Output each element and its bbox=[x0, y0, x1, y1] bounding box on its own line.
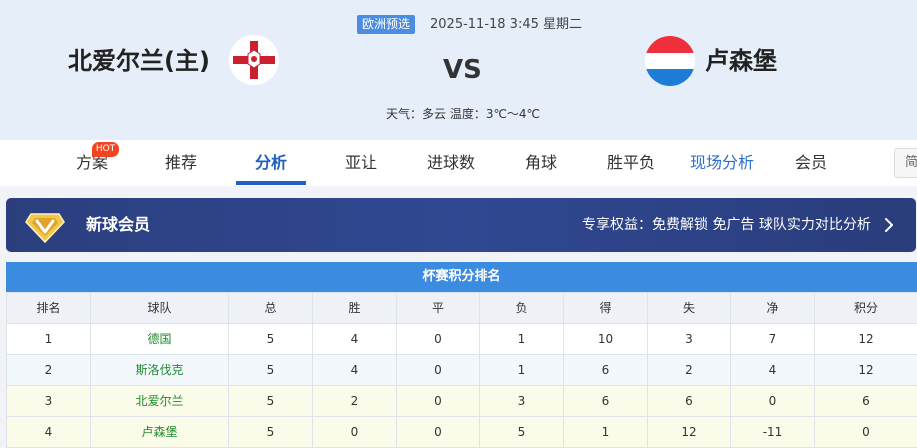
vip-diamond-icon bbox=[25, 213, 65, 244]
cell-losses: 1 bbox=[479, 354, 564, 386]
tab-analysis[interactable]: 分析 bbox=[248, 140, 294, 186]
home-team-name[interactable]: 北爱尔兰(主) bbox=[68, 45, 210, 77]
cell-draws: 0 bbox=[396, 323, 480, 355]
cell-wins: 0 bbox=[312, 416, 397, 448]
header-goal-difference: 净 bbox=[730, 292, 815, 324]
cell-team-link[interactable]: 斯洛伐克 bbox=[90, 354, 229, 386]
tab-win-draw-lose[interactable]: 胜平负 bbox=[600, 140, 662, 186]
tab-bar: 方案 推荐 分析 亚让 进球数 角球 胜平负 现场分析 会员 bbox=[0, 140, 917, 186]
cell-draws: 0 bbox=[396, 385, 480, 417]
cell-played: 5 bbox=[228, 323, 313, 355]
match-header: 欧洲预选 2025-11-18 3:45 星期二 北爱尔兰(主) VS 卢森堡 … bbox=[0, 0, 917, 140]
standings-title: 杯赛积分排名 bbox=[6, 262, 917, 292]
cell-goals-for: 6 bbox=[563, 385, 648, 417]
cell-goal-difference: 0 bbox=[730, 385, 815, 417]
cell-rank: 2 bbox=[6, 354, 91, 386]
cell-points: 12 bbox=[814, 323, 917, 355]
table-header-row: 排名 球队 总 胜 平 负 得 失 净 积分 bbox=[6, 292, 917, 324]
weather-info: 天气：多云 温度：3℃～4℃ bbox=[386, 107, 541, 121]
header-losses: 负 bbox=[479, 292, 564, 324]
cell-losses: 1 bbox=[479, 323, 564, 355]
cell-goals-against: 3 bbox=[647, 323, 731, 355]
tab-asian-handicap[interactable]: 亚让 bbox=[338, 140, 384, 186]
tab-recommend[interactable]: 推荐 bbox=[158, 140, 204, 186]
cell-played: 5 bbox=[228, 416, 313, 448]
cell-wins: 4 bbox=[312, 354, 397, 386]
cell-rank: 1 bbox=[6, 323, 91, 355]
competition-badge[interactable]: 欧洲预选 bbox=[357, 15, 416, 34]
header-points: 积分 bbox=[814, 292, 917, 324]
header-goals-for: 得 bbox=[563, 292, 648, 324]
cell-losses: 3 bbox=[479, 385, 564, 417]
luxembourg-flag-icon bbox=[645, 36, 695, 86]
cell-draws: 0 bbox=[396, 354, 480, 386]
active-tab-indicator bbox=[236, 181, 306, 185]
vs-label: VS bbox=[443, 55, 482, 85]
cell-played: 5 bbox=[228, 385, 313, 417]
cell-points: 0 bbox=[814, 416, 917, 448]
cell-goal-difference: 4 bbox=[730, 354, 815, 386]
table-row: 4 卢森堡 5 0 0 5 1 12 -11 0 bbox=[6, 416, 917, 448]
away-team-name[interactable]: 卢森堡 bbox=[705, 45, 777, 77]
banner-title: 新球会员 bbox=[86, 215, 151, 234]
cell-goals-for: 10 bbox=[563, 323, 648, 355]
tab-corners[interactable]: 角球 bbox=[518, 140, 564, 186]
header-draws: 平 bbox=[396, 292, 480, 324]
tab-live-analysis[interactable]: 现场分析 bbox=[684, 140, 760, 186]
chevron-right-icon[interactable] bbox=[882, 215, 896, 235]
cell-goals-against: 6 bbox=[647, 385, 731, 417]
cell-goal-difference: 7 bbox=[730, 323, 815, 355]
header-played: 总 bbox=[228, 292, 313, 324]
standings-table: 排名 球队 总 胜 平 负 得 失 净 积分 1 德国 5 4 0 1 10 3… bbox=[6, 292, 917, 448]
cell-goals-for: 1 bbox=[563, 416, 648, 448]
header-goals-against: 失 bbox=[647, 292, 731, 324]
cell-points: 12 bbox=[814, 354, 917, 386]
cell-goal-difference: -11 bbox=[730, 416, 815, 448]
northern-ireland-flag-icon bbox=[229, 35, 279, 85]
header-team: 球队 bbox=[90, 292, 229, 324]
cell-team-link[interactable]: 德国 bbox=[90, 323, 229, 355]
cell-rank: 4 bbox=[6, 416, 91, 448]
language-toggle[interactable]: 简 bbox=[894, 148, 917, 178]
cell-goals-against: 2 bbox=[647, 354, 731, 386]
membership-banner[interactable]: 新球会员 专享权益：免费解锁 免广告 球队实力对比分析 bbox=[6, 198, 916, 252]
table-row: 2 斯洛伐克 5 4 0 1 6 2 4 12 bbox=[6, 354, 917, 386]
cell-rank: 3 bbox=[6, 385, 91, 417]
table-row: 1 德国 5 4 0 1 10 3 7 12 bbox=[6, 323, 917, 355]
header-rank: 排名 bbox=[6, 292, 91, 324]
tab-goals[interactable]: 进球数 bbox=[420, 140, 482, 186]
cell-played: 5 bbox=[228, 354, 313, 386]
cell-goals-for: 6 bbox=[563, 354, 648, 386]
match-datetime: 2025-11-18 3:45 星期二 bbox=[430, 17, 583, 32]
cell-losses: 5 bbox=[479, 416, 564, 448]
cell-wins: 2 bbox=[312, 385, 397, 417]
banner-benefits: 专享权益：免费解锁 免广告 球队实力对比分析 bbox=[582, 217, 871, 233]
cell-team-link[interactable]: 卢森堡 bbox=[90, 416, 229, 448]
header-wins: 胜 bbox=[312, 292, 397, 324]
tab-membership[interactable]: 会员 bbox=[788, 140, 834, 186]
cell-draws: 0 bbox=[396, 416, 480, 448]
cell-team-link[interactable]: 北爱尔兰 bbox=[90, 385, 229, 417]
hot-badge: HOT bbox=[92, 142, 119, 157]
cell-points: 6 bbox=[814, 385, 917, 417]
cell-wins: 4 bbox=[312, 323, 397, 355]
table-row: 3 北爱尔兰 5 2 0 3 6 6 0 6 bbox=[6, 385, 917, 417]
cell-goals-against: 12 bbox=[647, 416, 731, 448]
